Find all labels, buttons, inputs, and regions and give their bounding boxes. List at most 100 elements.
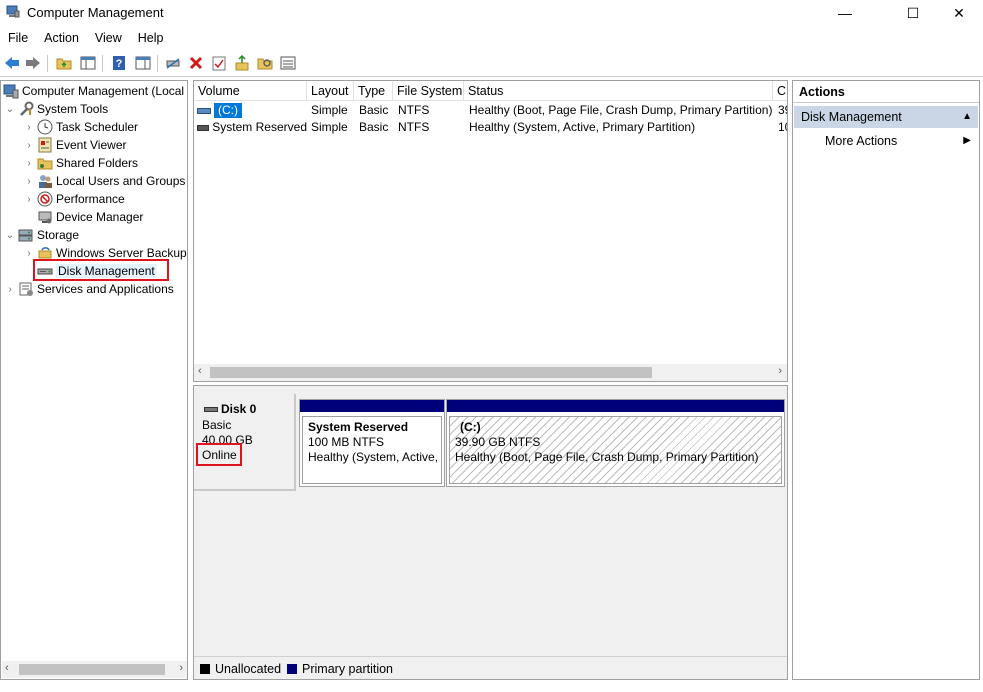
partition-status: Healthy (System, Active, <box>308 450 439 464</box>
partition-system-reserved[interactable]: System Reserved 100 MB NTFS Healthy (Sys… <box>299 399 445 487</box>
legend-divider <box>194 656 787 657</box>
tree-item-label: Task Scheduler <box>56 120 139 134</box>
column-header-layout[interactable]: Layout <box>307 81 354 101</box>
shared-folder-icon <box>37 155 53 171</box>
volume-list: Volume Layout Type File System Status C … <box>193 80 788 382</box>
more-actions-item[interactable]: More Actions ▶ <box>825 131 977 151</box>
volume-name-selected: (C:) <box>214 103 242 118</box>
search-folder-icon[interactable] <box>256 54 274 72</box>
device-manager-icon <box>37 209 53 225</box>
column-header-file-system[interactable]: File System <box>393 81 464 101</box>
list-horizontal-scrollbar[interactable]: ‹ › <box>194 364 787 381</box>
chevron-right-icon[interactable]: › <box>24 154 34 172</box>
menu-view[interactable]: View <box>87 28 130 48</box>
tree-item-shared-folders[interactable]: › Shared Folders <box>24 154 138 172</box>
cell-status: Healthy (System, Active, Primary Partiti… <box>469 120 696 134</box>
menu-help[interactable]: Help <box>130 28 172 48</box>
minimize-button[interactable]: — <box>822 0 868 26</box>
chevron-right-icon[interactable]: › <box>24 136 34 154</box>
cell-layout: Simple <box>311 103 348 117</box>
scroll-right-icon[interactable]: › <box>179 662 183 674</box>
chevron-right-icon[interactable]: › <box>24 118 34 136</box>
table-row[interactable]: System Reserved <box>197 119 307 136</box>
window-title: Computer Management <box>27 5 164 20</box>
scrollbar-thumb[interactable] <box>210 367 652 378</box>
partition-c-drive[interactable]: (C:) 39.90 GB NTFS Healthy (Boot, Page F… <box>446 399 785 487</box>
column-header-capacity[interactable]: C <box>773 81 787 101</box>
toolbar-separator <box>47 55 48 72</box>
svg-text:?: ? <box>116 58 123 70</box>
import-folder-icon[interactable] <box>233 54 251 72</box>
tree-item-storage[interactable]: ⌄ Storage <box>5 226 79 244</box>
delete-icon[interactable] <box>187 54 205 72</box>
table-row[interactable]: (C:) <box>197 102 307 119</box>
up-folder-icon[interactable] <box>55 54 73 72</box>
tree-item-label: Performance <box>56 192 125 206</box>
show-hide-tree-icon[interactable] <box>79 54 97 72</box>
tree-item-system-tools[interactable]: ⌄ System Tools <box>5 100 108 118</box>
column-header-type[interactable]: Type <box>354 81 393 101</box>
show-action-pane-icon[interactable] <box>134 54 152 72</box>
more-actions-label: More Actions <box>825 134 898 148</box>
partition-name: (C:) <box>460 420 481 434</box>
tree-item-local-users[interactable]: › Local Users and Groups <box>24 172 185 190</box>
cell-capacity: 39 <box>778 103 787 117</box>
submenu-arrow-icon: ▶ <box>963 135 971 146</box>
column-header-volume[interactable]: Volume <box>194 81 307 101</box>
maximize-button[interactable]: ☐ <box>890 0 936 26</box>
scroll-right-icon[interactable]: › <box>778 365 782 377</box>
tree-item-computer-management[interactable]: Computer Management (Local <box>3 82 184 100</box>
tree-item-task-scheduler[interactable]: › Task Scheduler <box>24 118 138 136</box>
scrollbar-thumb[interactable] <box>19 664 165 675</box>
disk-title: Disk 0 <box>204 402 256 416</box>
tree-item-services-applications[interactable]: › Services and Applications <box>5 280 174 298</box>
menu-file[interactable]: File <box>0 28 36 48</box>
console-tree: Computer Management (Local ⌄ System Tool… <box>0 80 188 680</box>
actions-section-disk-management[interactable]: Disk Management ▲ <box>794 106 978 128</box>
close-button[interactable]: ✕ <box>936 0 982 26</box>
partition-details: System Reserved 100 MB NTFS Healthy (Sys… <box>302 416 442 484</box>
toolbar: ? <box>0 51 983 77</box>
chevron-down-icon[interactable]: ⌄ <box>5 226 15 244</box>
disk-name: Disk 0 <box>221 402 257 416</box>
help-icon[interactable]: ? <box>110 54 128 72</box>
chevron-right-icon[interactable]: › <box>5 280 15 298</box>
chevron-right-icon[interactable]: › <box>24 190 34 208</box>
connect-drive-icon[interactable] <box>164 54 182 72</box>
tree-item-label: Storage <box>37 228 80 242</box>
collapse-up-icon[interactable]: ▲ <box>962 106 972 128</box>
unallocated-swatch <box>200 664 210 674</box>
tree-item-event-viewer[interactable]: › Event Viewer <box>24 136 126 154</box>
chevron-right-icon[interactable]: › <box>24 172 34 190</box>
back-arrow-icon[interactable] <box>3 54 21 72</box>
forward-arrow-icon[interactable] <box>24 54 42 72</box>
properties-checklist-icon[interactable] <box>210 54 228 72</box>
primary-partition-bar <box>447 400 784 412</box>
volume-icon <box>197 124 210 131</box>
menu-action[interactable]: Action <box>36 28 87 48</box>
scroll-left-icon[interactable]: ‹ <box>198 365 202 377</box>
list-view-icon[interactable] <box>279 54 297 72</box>
volume-icon <box>197 107 211 114</box>
scroll-left-icon[interactable]: ‹ <box>5 662 9 674</box>
tree-item-device-manager[interactable]: Device Manager <box>37 208 143 226</box>
tree-horizontal-scrollbar[interactable]: ‹ › <box>2 661 187 678</box>
cell-capacity: 10 <box>778 120 787 134</box>
chevron-down-icon[interactable]: ⌄ <box>5 100 15 118</box>
disk-graphical-view: Disk 0 Basic 40.00 GB Online System Rese… <box>193 385 788 680</box>
computer-management-icon <box>3 83 19 99</box>
tools-icon <box>18 101 34 117</box>
tree-item-label: Services and Applications <box>37 282 174 296</box>
partition-status: Healthy (Boot, Page File, Crash Dump, Pr… <box>455 450 759 464</box>
tree-item-performance[interactable]: › Performance <box>24 190 125 208</box>
tree-item-label: Shared Folders <box>56 156 139 170</box>
column-header-status[interactable]: Status <box>464 81 773 101</box>
partition-name: System Reserved <box>308 420 409 434</box>
computer-management-icon <box>6 5 20 19</box>
title-bar: Computer Management — ☐ ✕ <box>0 0 983 26</box>
cell-file-system: NTFS <box>398 103 430 117</box>
cell-status: Healthy (Boot, Page File, Crash Dump, Pr… <box>469 103 773 117</box>
cell-type: Basic <box>359 103 389 117</box>
tree-item-label: System Tools <box>37 102 109 116</box>
online-status-highlight <box>196 443 242 466</box>
